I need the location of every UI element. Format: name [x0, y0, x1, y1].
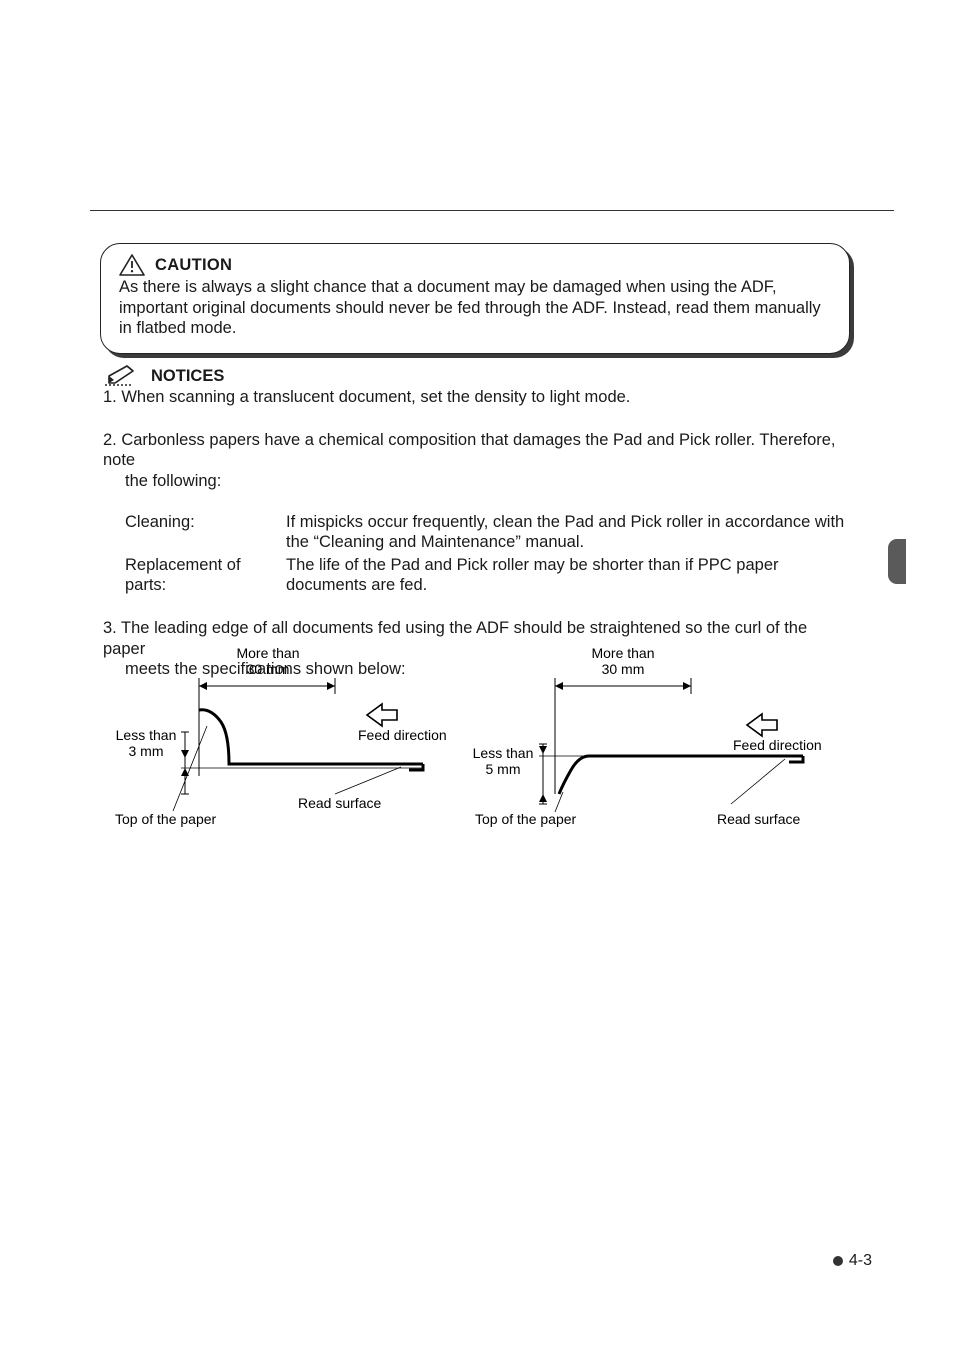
top-of-paper-label-left: Top of the paper: [115, 811, 217, 827]
replacement-text: The life of the Pad and Pick roller may …: [286, 555, 851, 596]
notice-item-2: 2. Carbonless papers have a chemical com…: [103, 430, 851, 596]
top-of-paper-label-right: Top of the paper: [475, 811, 577, 827]
feed-arrow-icon-r: [747, 714, 777, 736]
more-than-label-r: More than: [591, 645, 654, 661]
replacement-label: Replacement of parts:: [125, 555, 280, 596]
curl-diagram-right: More than 30 mm Feed direction Less than…: [463, 636, 853, 856]
feed-direction-label: Feed direction: [358, 727, 447, 743]
cleaning-label: Cleaning:: [125, 512, 280, 553]
notice-2-line2: the following:: [103, 471, 851, 492]
notices-block: NOTICES 1. When scanning a translucent d…: [103, 363, 851, 680]
footer-bullet-icon: [833, 1256, 843, 1266]
warning-triangle-icon: [119, 254, 145, 276]
less-than-3-l1: Less than: [116, 727, 177, 743]
less-than-5-l2: 5 mm: [486, 761, 521, 777]
notice-1-text: 1. When scanning a translucent document,…: [103, 387, 851, 408]
notice-2-definitions: Cleaning: If mispicks occur frequently, …: [103, 512, 851, 597]
caution-heading: CAUTION: [119, 254, 833, 276]
more-than-label: More than: [236, 645, 299, 661]
more-than-value: 30 mm: [247, 661, 290, 677]
side-tab: [888, 539, 906, 584]
header-rule: [90, 210, 894, 211]
cleaning-text: If mispicks occur frequently, clean the …: [286, 512, 851, 553]
feed-direction-label-r: Feed direction: [733, 737, 822, 753]
curl-diagram-left: More than 30 mm Feed direction Less than…: [103, 636, 463, 856]
notice-2-line1: 2. Carbonless papers have a chemical com…: [103, 430, 851, 471]
feed-arrow-icon: [367, 704, 397, 726]
caution-box: CAUTION As there is always a slight chan…: [100, 243, 850, 354]
notices-heading: NOTICES: [103, 363, 851, 387]
caution-body: As there is always a slight chance that …: [119, 277, 833, 339]
caution-label: CAUTION: [155, 255, 232, 276]
less-than-3-l2: 3 mm: [129, 743, 164, 759]
pencil-icon: [103, 363, 143, 387]
page-footer: 4-3: [833, 1251, 872, 1271]
read-surface-label-left: Read surface: [298, 795, 381, 811]
read-surface-label-right: Read surface: [717, 811, 800, 827]
page-number: 4-3: [849, 1251, 872, 1271]
diagrams-row: More than 30 mm Feed direction Less than…: [103, 636, 853, 866]
less-than-5-l1: Less than: [473, 745, 534, 761]
notices-label: NOTICES: [151, 366, 224, 387]
more-than-value-r: 30 mm: [602, 661, 645, 677]
notice-item-1: 1. When scanning a translucent document,…: [103, 387, 851, 408]
